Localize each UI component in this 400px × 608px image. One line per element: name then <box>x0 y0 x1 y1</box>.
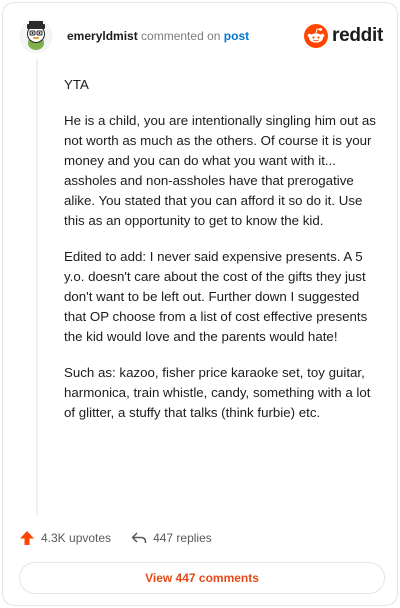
user-avatar[interactable] <box>19 19 53 53</box>
reply-arrow-icon <box>131 532 147 543</box>
thread-line[interactable] <box>36 59 38 515</box>
reply-count: 447 replies <box>153 531 212 545</box>
reddit-snoo-icon <box>304 24 329 48</box>
post-link[interactable]: post <box>224 29 249 43</box>
comment-paragraph: YTA <box>64 77 89 92</box>
upvote-count: 4.3K upvotes <box>41 531 112 545</box>
comment-paragraph: Such as: kazoo, fisher price karaoke set… <box>64 365 371 420</box>
comment-header: emeryldmist commented on post reddit <box>19 17 383 55</box>
action-text: commented on <box>141 29 221 43</box>
replies-button[interactable]: 447 replies <box>131 530 212 546</box>
username-link[interactable]: emeryldmist <box>67 29 138 43</box>
comment-meta: emeryldmist commented on post <box>67 29 249 43</box>
upvote-arrow-icon <box>20 531 34 545</box>
upvote-button[interactable]: 4.3K upvotes <box>19 530 111 546</box>
comment-paragraph: He is a child, you are intentionally sin… <box>64 113 376 228</box>
comment-paragraph: Edited to add: I never said expensive pr… <box>64 249 368 344</box>
comment-footer: 4.3K upvotes 447 replies <box>19 527 212 549</box>
comment-card: emeryldmist commented on post reddit YTA… <box>2 2 398 606</box>
reddit-logo[interactable]: reddit <box>304 24 383 48</box>
view-comments-button[interactable]: View 447 comments <box>19 562 385 594</box>
comment-body: YTA He is a child, you are intentionally… <box>64 75 384 439</box>
brand-wordmark: reddit <box>332 25 383 46</box>
